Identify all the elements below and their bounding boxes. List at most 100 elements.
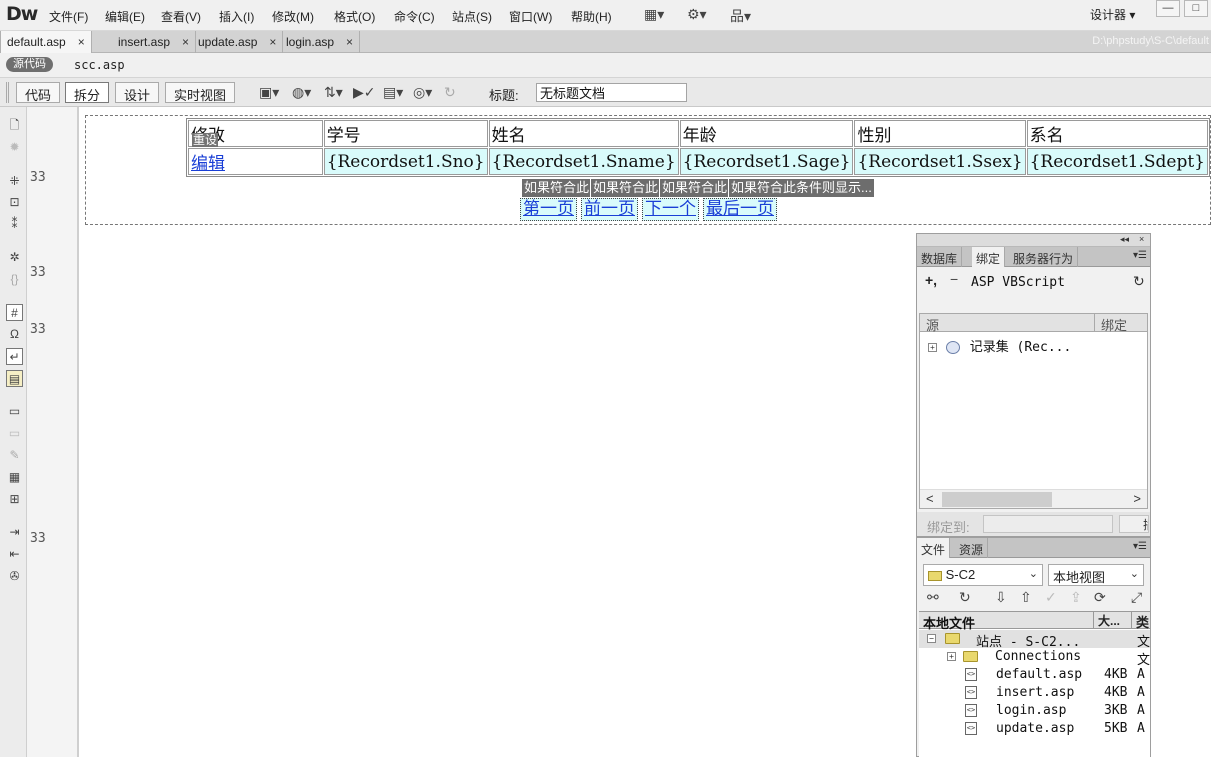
close-icon[interactable]: × xyxy=(1139,234,1144,244)
line-numbers-icon[interactable]: # xyxy=(6,304,23,321)
column-type[interactable]: 类 xyxy=(1131,612,1149,630)
show-if-label[interactable]: 如果符合此 xyxy=(660,179,728,197)
open-documents-icon[interactable]: 🗋 xyxy=(6,117,23,134)
tab-server-behaviors[interactable]: 服务器行为 xyxy=(1009,247,1079,267)
design-view-button[interactable]: 设计 xyxy=(115,82,160,103)
workspace-switcher[interactable]: 设计器 ▾ xyxy=(1090,6,1135,23)
format-source-icon[interactable]: ✇ xyxy=(6,568,23,585)
add-binding-icon[interactable]: +, xyxy=(925,272,937,288)
binding-sno[interactable]: {Recordset1.Sno} xyxy=(323,148,488,175)
menu-insert[interactable]: 插入(I) xyxy=(219,8,254,25)
expand-all-icon[interactable]: ⁑ xyxy=(6,216,23,233)
binding-sname[interactable]: {Recordset1.Sname} xyxy=(488,148,679,175)
menu-view[interactable]: 查看(V) xyxy=(161,8,201,25)
expand-panel-icon[interactable]: ⤢ xyxy=(1131,589,1142,606)
extend-icon[interactable]: ⚙▾ xyxy=(687,6,707,23)
indent-code-icon[interactable]: ⇥ xyxy=(6,524,23,541)
multiscreen-icon[interactable]: ▣▾ xyxy=(259,84,279,101)
title-input[interactable] xyxy=(536,83,687,102)
related-file-scc-asp[interactable]: scc.asp xyxy=(74,58,125,72)
balance-braces-icon[interactable]: {} xyxy=(6,271,23,288)
next-page-link[interactable]: 下一个 xyxy=(642,198,699,221)
collapse-icon[interactable]: ◂◂ xyxy=(1120,234,1129,245)
tab-files[interactable]: 文件 xyxy=(917,538,951,558)
column-size[interactable]: 大... xyxy=(1093,612,1120,629)
wrap-tag-icon[interactable]: ✎ xyxy=(6,447,23,464)
synchronize-icon[interactable]: ⟳ xyxy=(1094,589,1106,606)
menu-help[interactable]: 帮助(H) xyxy=(571,8,612,25)
refresh-icon[interactable]: ↻ xyxy=(1133,273,1145,290)
syntax-coloring-icon[interactable]: ▤ xyxy=(6,370,23,387)
column-source[interactable]: 源 xyxy=(926,315,939,334)
horizontal-scrollbar[interactable]: < > xyxy=(920,489,1147,508)
close-icon[interactable]: × xyxy=(346,35,353,49)
expand-icon[interactable]: + xyxy=(947,652,956,661)
menu-format[interactable]: 格式(O) xyxy=(334,8,375,25)
menu-site[interactable]: 站点(S) xyxy=(452,8,492,25)
tab-assets[interactable]: 资源 xyxy=(955,538,989,558)
menu-edit[interactable]: 编辑(E) xyxy=(105,8,145,25)
collapse-full-tag-icon[interactable]: ⁜ xyxy=(6,173,23,190)
folder-row[interactable]: + Connections 文 xyxy=(919,648,1150,668)
tab-bindings[interactable]: 绑定 xyxy=(972,247,1006,267)
connect-icon[interactable]: ⚯ xyxy=(927,589,939,606)
scroll-right-icon[interactable]: > xyxy=(1133,491,1141,506)
file-management-icon[interactable]: ⇅▾ xyxy=(324,84,343,101)
highlight-invalid-code-icon[interactable]: Ω xyxy=(6,326,23,343)
menu-file[interactable]: 文件(F) xyxy=(49,8,88,25)
file-row[interactable]: <> default.asp 4KB A xyxy=(919,666,1150,684)
previous-page-link[interactable]: 前一页 xyxy=(581,198,638,221)
scroll-thumb[interactable] xyxy=(942,492,1052,507)
tab-default-asp[interactable]: default.asp × xyxy=(0,31,92,53)
panel-menu-icon[interactable]: ▾☰ xyxy=(1133,250,1147,261)
binding-sage[interactable]: {Recordset1.Sage} xyxy=(679,148,854,175)
tab-databases[interactable]: 数据库 xyxy=(917,247,963,267)
show-if-label[interactable]: 如果符合此条件则显示... xyxy=(729,179,874,197)
tab-update-asp[interactable]: update.asp × xyxy=(192,31,284,53)
recordset-table[interactable]: 修改重设 学号 姓名 年龄 性别 系名 编辑 {Recordset1.Sno} … xyxy=(186,118,1210,177)
tab-login-asp[interactable]: login.asp × xyxy=(280,31,361,53)
show-code-navigator-icon[interactable]: ✹ xyxy=(6,139,23,156)
file-row[interactable]: <> login.asp 3KB A xyxy=(919,702,1150,720)
panel-menu-icon[interactable]: ▾☰ xyxy=(1133,541,1147,552)
remove-binding-icon[interactable]: − xyxy=(950,271,958,287)
remove-comment-icon[interactable]: ▭ xyxy=(6,425,23,442)
binding-sdept[interactable]: {Recordset1.Sdept} xyxy=(1026,148,1208,175)
refresh-icon[interactable]: ↻ xyxy=(959,589,971,606)
refresh-icon[interactable]: ↻ xyxy=(444,84,456,101)
view-select[interactable]: 本地视图 ⌄ xyxy=(1048,564,1144,586)
list-item[interactable]: + 记录集 (Rec... xyxy=(928,336,1071,355)
outdent-code-icon[interactable]: ⇤ xyxy=(6,546,23,563)
maximize-button[interactable]: □ xyxy=(1184,0,1208,17)
show-if-label[interactable]: 如果符合此 xyxy=(591,179,659,197)
check-in-icon[interactable]: ⇪ xyxy=(1070,589,1082,606)
site-select[interactable]: S-C2 ⌄ xyxy=(923,564,1043,586)
bind-to-select[interactable] xyxy=(983,515,1113,533)
expand-icon[interactable]: + xyxy=(928,343,937,353)
site-icon[interactable]: 品▾ xyxy=(730,6,751,26)
menu-window[interactable]: 窗口(W) xyxy=(509,8,552,25)
check-browser-icon[interactable]: ▤▾ xyxy=(383,84,403,101)
put-files-icon[interactable]: ⇧ xyxy=(1020,589,1032,606)
word-wrap-icon[interactable]: ↵ xyxy=(6,348,23,365)
split-view-button[interactable]: 拆分 xyxy=(65,82,110,103)
edit-link[interactable]: 编辑 xyxy=(191,154,225,174)
source-code-button[interactable]: 源代码 xyxy=(6,57,53,72)
scroll-left-icon[interactable]: < xyxy=(926,491,934,506)
w3c-validation-icon[interactable]: ▶✓ xyxy=(353,84,376,101)
minimize-button[interactable]: — xyxy=(1156,0,1180,17)
close-icon[interactable]: × xyxy=(269,35,276,49)
move-css-icon[interactable]: ⊞ xyxy=(6,491,23,508)
code-view-button[interactable]: 代码 xyxy=(16,82,61,103)
select-parent-tag-icon[interactable]: ✲ xyxy=(6,249,23,266)
collapse-icon[interactable]: − xyxy=(927,634,936,643)
check-out-icon[interactable]: ✓ xyxy=(1045,589,1057,606)
panel-header[interactable]: ◂◂ × xyxy=(917,234,1150,247)
close-icon[interactable]: × xyxy=(78,35,85,49)
menu-modify[interactable]: 修改(M) xyxy=(272,8,314,25)
collapse-selection-icon[interactable]: ⊡ xyxy=(6,194,23,211)
last-page-link[interactable]: 最后一页 xyxy=(703,198,777,221)
apply-comment-icon[interactable]: ▭ xyxy=(6,403,23,420)
column-binding[interactable]: 绑定 xyxy=(1094,314,1127,333)
close-icon[interactable]: × xyxy=(182,35,189,49)
